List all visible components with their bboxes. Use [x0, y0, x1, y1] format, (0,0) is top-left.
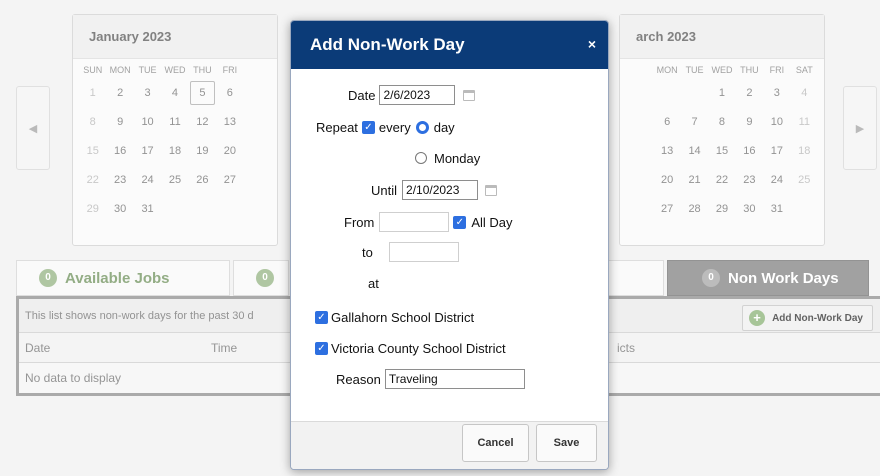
monday-label: Monday: [434, 150, 481, 166]
reason-label: Reason: [336, 371, 381, 387]
at-row: at: [368, 272, 379, 294]
dialog-title: Add Non-Work Day: [310, 35, 465, 54]
monday-row: Monday: [415, 147, 480, 169]
every-label: every: [378, 119, 411, 135]
district-label: Gallahorn School District: [331, 309, 475, 325]
dialog-body: Date Repeat ✓ every day Monday Until Fro…: [291, 69, 608, 421]
date-input[interactable]: [379, 85, 456, 105]
reason-input[interactable]: [384, 369, 525, 389]
dialog-header: Add Non-Work Day ×: [291, 21, 608, 69]
save-button[interactable]: Save: [536, 424, 597, 462]
district-checkbox[interactable]: ✓: [315, 341, 328, 355]
date-row: Date: [348, 84, 476, 106]
until-date-input[interactable]: [402, 180, 479, 200]
cancel-button[interactable]: Cancel: [462, 424, 529, 462]
to-label: to: [362, 244, 373, 260]
date-label: Date: [348, 87, 376, 103]
to-row: to: [362, 241, 459, 263]
district-checkbox[interactable]: ✓: [315, 310, 328, 324]
repeat-row: Repeat ✓ every day: [316, 116, 455, 138]
close-icon[interactable]: ×: [588, 36, 596, 52]
day-label: day: [433, 119, 455, 135]
calendar-icon[interactable]: [485, 184, 498, 196]
repeat-label: Repeat: [316, 119, 358, 135]
until-label: Until: [371, 182, 398, 198]
district-label: Victoria County School District: [331, 340, 506, 356]
repeat-monday-radio[interactable]: [415, 152, 427, 164]
calendar-icon[interactable]: [463, 89, 476, 101]
repeat-checkbox[interactable]: ✓: [361, 120, 375, 134]
until-row: Until: [371, 179, 498, 201]
district-row: ✓ Gallahorn School District: [315, 306, 474, 328]
from-label: From: [344, 214, 375, 230]
reason-row: Reason: [336, 368, 525, 390]
from-time-input[interactable]: [379, 212, 450, 232]
repeat-day-radio[interactable]: [415, 120, 429, 134]
to-time-input[interactable]: [388, 242, 459, 262]
district-row: ✓ Victoria County School District: [315, 337, 506, 359]
from-row: From ✓ All Day: [344, 211, 513, 233]
dialog-footer: Cancel Save: [291, 421, 608, 469]
all-day-label: All Day: [471, 214, 513, 230]
all-day-checkbox[interactable]: ✓: [453, 215, 467, 229]
at-label: at: [368, 275, 379, 291]
add-non-work-day-dialog: Add Non-Work Day × Date Repeat ✓ every d…: [290, 20, 609, 470]
